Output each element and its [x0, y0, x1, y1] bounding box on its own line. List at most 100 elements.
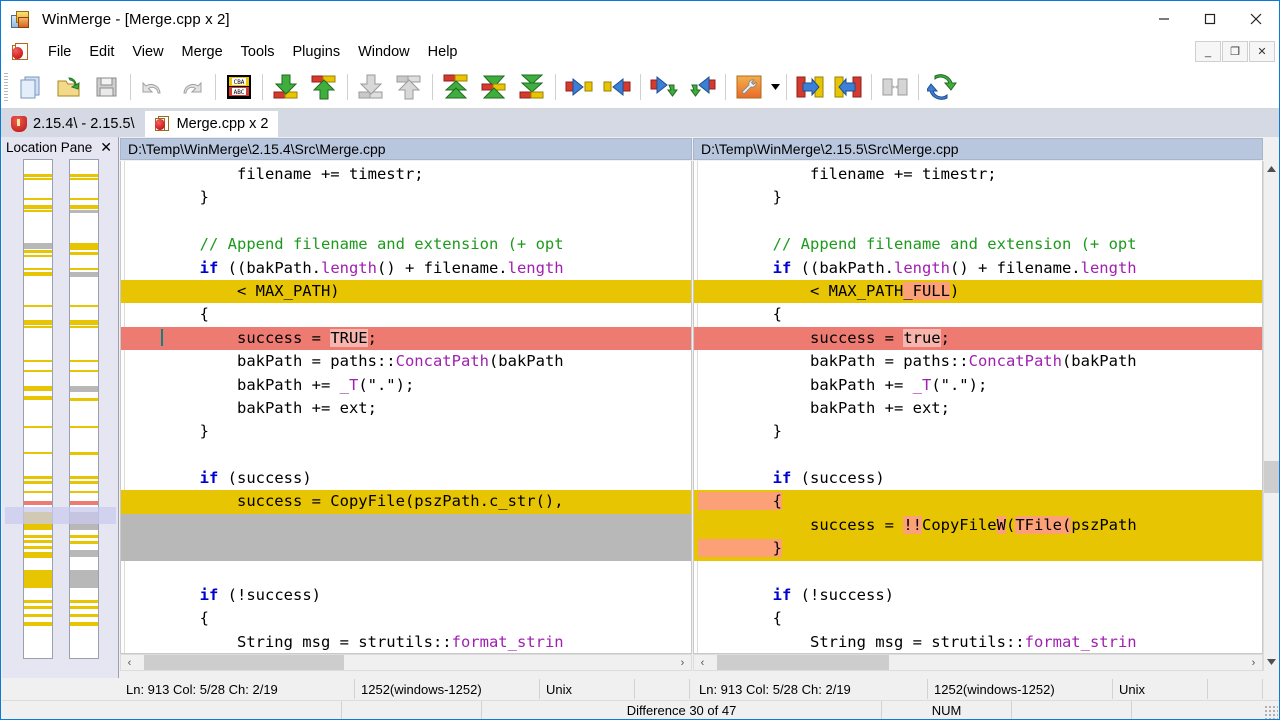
code-line[interactable]: { [694, 607, 1262, 630]
code-line[interactable]: bakPath += _T("."); [121, 374, 691, 397]
code-line[interactable] [121, 514, 691, 537]
code-line[interactable]: success = TRUE; [121, 327, 691, 350]
maximize-button[interactable] [1187, 1, 1233, 37]
location-bar-left[interactable] [23, 159, 53, 659]
chevron-down-icon[interactable] [768, 69, 782, 105]
code-line[interactable]: bakPath += ext; [694, 397, 1262, 420]
all-right-button[interactable] [791, 69, 829, 105]
menu-item-merge[interactable]: Merge [173, 41, 232, 63]
left-file-path-header[interactable]: D:\Temp\WinMerge\2.15.4\Src\Merge.cpp [120, 138, 692, 160]
code-line[interactable]: success = true; [694, 327, 1262, 350]
code-line[interactable] [121, 210, 691, 233]
code-line[interactable] [121, 537, 691, 560]
code-line[interactable]: success = CopyFile(pszPath.c_str(), [121, 490, 691, 513]
mdi-close-button[interactable]: ✕ [1249, 41, 1275, 62]
resize-grip[interactable] [1264, 705, 1278, 719]
scroll-right-icon[interactable]: › [674, 657, 691, 669]
code-line[interactable]: { [121, 303, 691, 326]
first-difference-button[interactable] [390, 69, 428, 105]
left-code-pane[interactable]: filename += timestr; } // Append filenam… [120, 161, 692, 654]
menu-item-window[interactable]: Window [349, 41, 419, 63]
right-code-lines[interactable]: filename += timestr; } // Append filenam… [694, 163, 1262, 654]
copy-right-button[interactable] [560, 69, 598, 105]
open-folder-button[interactable] [50, 69, 88, 105]
code-line[interactable]: < MAX_PATH_FULL) [694, 280, 1262, 303]
code-line[interactable] [694, 561, 1262, 584]
code-line[interactable]: { [694, 303, 1262, 326]
copy-left-advance-button[interactable] [683, 69, 721, 105]
right-file-path-header[interactable]: D:\Temp\WinMerge\2.15.5\Src\Merge.cpp [693, 138, 1263, 160]
menu-item-edit[interactable]: Edit [80, 41, 123, 63]
toolbar-grip[interactable] [4, 73, 8, 101]
copy-left-button[interactable] [598, 69, 636, 105]
menu-item-view[interactable]: View [123, 41, 172, 63]
mdi-minimize-button[interactable]: _ [1195, 41, 1221, 62]
left-horizontal-scrollbar[interactable]: ‹ › [120, 654, 692, 671]
code-line[interactable]: if ((bakPath.length() + filename.length [694, 257, 1262, 280]
right-code-pane[interactable]: filename += timestr; } // Append filenam… [693, 161, 1263, 654]
code-line[interactable]: } [121, 186, 691, 209]
location-bars[interactable] [2, 159, 119, 674]
next-diff-block-button[interactable] [513, 69, 551, 105]
vertical-scrollbar[interactable] [1263, 161, 1279, 671]
menu-item-tools[interactable]: Tools [232, 41, 284, 63]
code-line[interactable]: bakPath = paths::ConcatPath(bakPath [121, 350, 691, 373]
code-line[interactable]: } [694, 537, 1262, 560]
code-line[interactable]: bakPath = paths::ConcatPath(bakPath [694, 350, 1262, 373]
tab-merge-cpp[interactable]: Merge.cpp x 2 [145, 111, 279, 137]
code-line[interactable]: if (success) [694, 467, 1262, 490]
scroll-thumb[interactable] [144, 655, 344, 670]
code-line[interactable]: String msg = strutils::format_strin [694, 631, 1262, 654]
new-button[interactable] [12, 69, 50, 105]
location-bar-right[interactable] [69, 159, 99, 659]
scroll-left-icon[interactable]: ‹ [121, 657, 138, 669]
code-line[interactable] [694, 444, 1262, 467]
previous-difference-button[interactable] [305, 69, 343, 105]
scroll-thumb[interactable] [717, 655, 889, 670]
options-button[interactable] [730, 69, 768, 105]
code-line[interactable]: if (!success) [121, 584, 691, 607]
code-line[interactable]: { [694, 490, 1262, 513]
code-line[interactable]: } [694, 420, 1262, 443]
code-line[interactable]: if (!success) [694, 584, 1262, 607]
location-viewport-band[interactable] [5, 507, 116, 524]
menu-item-plugins[interactable]: Plugins [284, 41, 350, 63]
undo-button[interactable] [135, 69, 173, 105]
menu-item-help[interactable]: Help [419, 41, 467, 63]
code-line[interactable]: bakPath += ext; [121, 397, 691, 420]
code-line[interactable]: < MAX_PATH) [121, 280, 691, 303]
code-line[interactable]: success = !!CopyFileW(TFile(pszPath [694, 514, 1262, 537]
minimize-button[interactable] [1141, 1, 1187, 37]
code-line[interactable]: // Append filename and extension (+ opt [694, 233, 1262, 256]
last-difference-button[interactable] [352, 69, 390, 105]
scroll-up-icon[interactable] [1264, 161, 1279, 178]
close-icon[interactable]: ✕ [100, 139, 112, 155]
scroll-left-icon[interactable]: ‹ [694, 657, 711, 669]
code-line[interactable]: } [121, 420, 691, 443]
previous-conflict-button[interactable] [475, 69, 513, 105]
code-line[interactable]: if ((bakPath.length() + filename.length [121, 257, 691, 280]
code-line[interactable] [694, 210, 1262, 233]
scroll-down-icon[interactable] [1264, 654, 1279, 671]
refresh-button[interactable] [923, 69, 961, 105]
all-left-button[interactable] [829, 69, 867, 105]
code-line[interactable]: { [121, 607, 691, 630]
copy-right-advance-button[interactable] [645, 69, 683, 105]
next-difference-button[interactable] [267, 69, 305, 105]
scroll-right-icon[interactable]: › [1245, 657, 1262, 669]
compare-button[interactable]: CBA ABC [220, 69, 258, 105]
code-line[interactable] [121, 561, 691, 584]
code-line[interactable]: // Append filename and extension (+ opt [121, 233, 691, 256]
tab-folder-compare[interactable]: 2.15.4\ - 2.15.5\ [1, 111, 145, 137]
left-code-lines[interactable]: filename += timestr; } // Append filenam… [121, 163, 691, 654]
code-line[interactable]: bakPath += _T("."); [694, 374, 1262, 397]
scroll-track[interactable] [711, 655, 1245, 670]
toggle-bookmark-button[interactable] [876, 69, 914, 105]
code-line[interactable]: filename += timestr; [694, 163, 1262, 186]
next-conflict-button[interactable] [437, 69, 475, 105]
code-line[interactable]: } [694, 186, 1262, 209]
close-button[interactable] [1233, 1, 1279, 37]
right-horizontal-scrollbar[interactable]: ‹ › [693, 654, 1263, 671]
scroll-thumb[interactable] [1264, 461, 1279, 493]
redo-button[interactable] [173, 69, 211, 105]
